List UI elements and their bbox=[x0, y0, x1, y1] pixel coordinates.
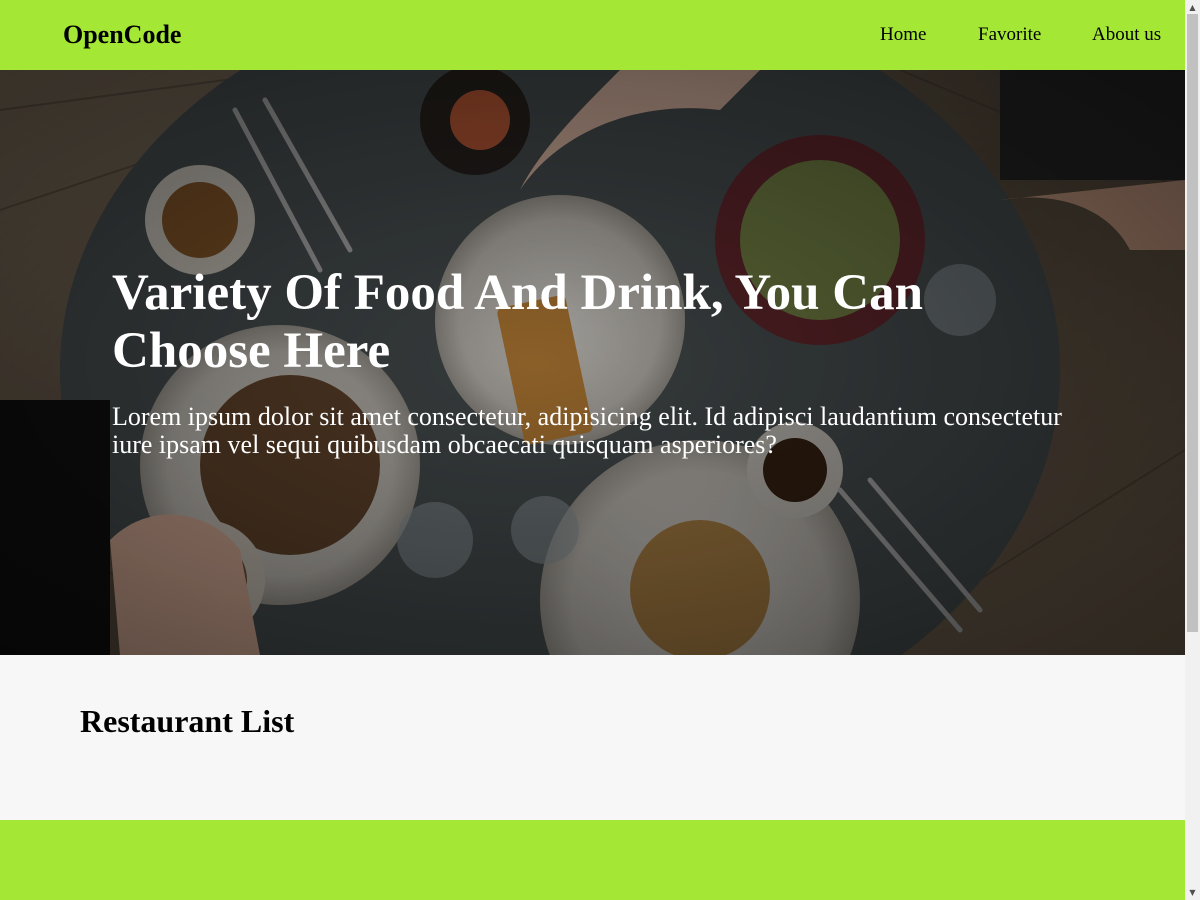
site-header: OpenCode Home Favorite About us bbox=[0, 0, 1185, 70]
page: OpenCode Home Favorite About us Variety … bbox=[0, 0, 1185, 900]
hero-section: Variety Of Food And Drink, You Can Choos… bbox=[0, 70, 1185, 655]
scroll-down-icon[interactable]: ▼ bbox=[1185, 885, 1200, 900]
scroll-thumb[interactable] bbox=[1187, 14, 1198, 632]
scroll-up-icon[interactable]: ▲ bbox=[1185, 0, 1200, 15]
hero-description: Lorem ipsum dolor sit amet consectetur, … bbox=[112, 402, 1062, 459]
hero-title: Variety Of Food And Drink, You Can Choos… bbox=[112, 265, 923, 379]
restaurant-list-title: Restaurant List bbox=[80, 703, 295, 739]
nav-link-favorite[interactable]: Favorite bbox=[978, 23, 1041, 47]
vertical-scrollbar[interactable]: ▲ ▼ bbox=[1185, 0, 1200, 900]
nav-link-home[interactable]: Home bbox=[880, 23, 926, 47]
nav-link-about-us[interactable]: About us bbox=[1092, 23, 1161, 47]
restaurant-list-section: Restaurant List bbox=[0, 655, 1185, 820]
site-footer bbox=[0, 820, 1185, 900]
brand-logo[interactable]: OpenCode bbox=[63, 19, 181, 51]
